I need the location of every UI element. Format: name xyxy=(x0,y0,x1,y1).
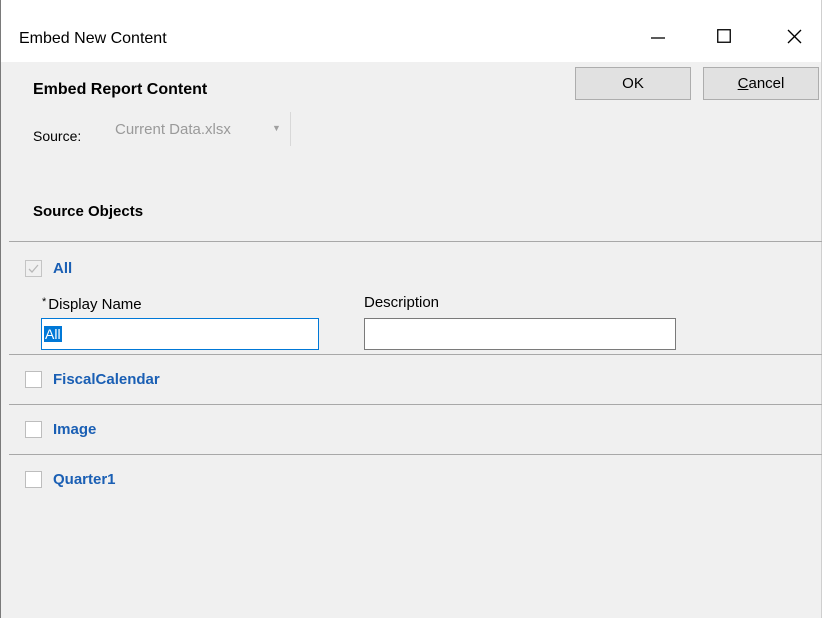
object-label: All xyxy=(53,259,73,277)
all-checkbox[interactable] xyxy=(25,259,42,277)
close-icon xyxy=(787,29,801,43)
object-label: Quarter1 xyxy=(53,470,116,488)
source-object-quarter1[interactable]: Quarter1 xyxy=(25,468,116,490)
source-dropdown[interactable]: Current Data.xlsx ▼ xyxy=(105,112,291,146)
dialog-content: Embed Report Content OK Cancel Source: C… xyxy=(1,62,822,618)
title-bar: Embed New Content xyxy=(1,0,821,62)
source-object-all[interactable]: All xyxy=(25,257,72,279)
description-label: Description xyxy=(364,294,440,311)
close-button[interactable] xyxy=(771,18,817,54)
cancel-label-rest: ancel xyxy=(748,75,785,92)
quarter1-checkbox[interactable] xyxy=(25,470,42,488)
ok-button[interactable]: OK xyxy=(575,67,691,100)
object-label: Image xyxy=(53,420,97,438)
source-object-image[interactable]: Image xyxy=(25,418,96,440)
object-label: FiscalCalendar xyxy=(53,370,160,388)
minimize-button[interactable] xyxy=(635,18,681,54)
display-name-input[interactable]: All xyxy=(41,318,319,350)
source-object-fiscalcalendar[interactable]: FiscalCalendar xyxy=(25,368,160,390)
display-name-value: All xyxy=(44,326,62,342)
dialog-window: Embed New Content Embed Report Content O… xyxy=(0,0,822,618)
cancel-button[interactable]: Cancel xyxy=(703,67,819,100)
description-input[interactable] xyxy=(364,318,676,350)
source-objects-heading: Source Objects xyxy=(33,203,144,220)
cancel-accelerator: C xyxy=(737,75,749,92)
source-value: Current Data.xlsx xyxy=(115,120,231,138)
source-label: Source: xyxy=(33,128,82,144)
image-checkbox[interactable] xyxy=(25,420,42,438)
window-title: Embed New Content xyxy=(19,30,167,47)
divider xyxy=(9,404,822,405)
display-name-label: * Display Name xyxy=(42,296,142,313)
fiscalcalendar-checkbox[interactable] xyxy=(25,370,42,388)
section-heading: Embed Report Content xyxy=(33,81,208,98)
maximize-button[interactable] xyxy=(701,18,747,54)
checkmark-icon xyxy=(28,264,39,273)
display-name-label-text: Display Name xyxy=(48,296,142,313)
divider xyxy=(9,241,822,242)
minimize-icon xyxy=(651,37,665,39)
required-marker: * xyxy=(42,296,47,308)
divider xyxy=(9,354,822,355)
divider xyxy=(9,454,822,455)
dropdown-arrow-icon: ▼ xyxy=(272,123,281,133)
maximize-icon xyxy=(717,29,731,43)
